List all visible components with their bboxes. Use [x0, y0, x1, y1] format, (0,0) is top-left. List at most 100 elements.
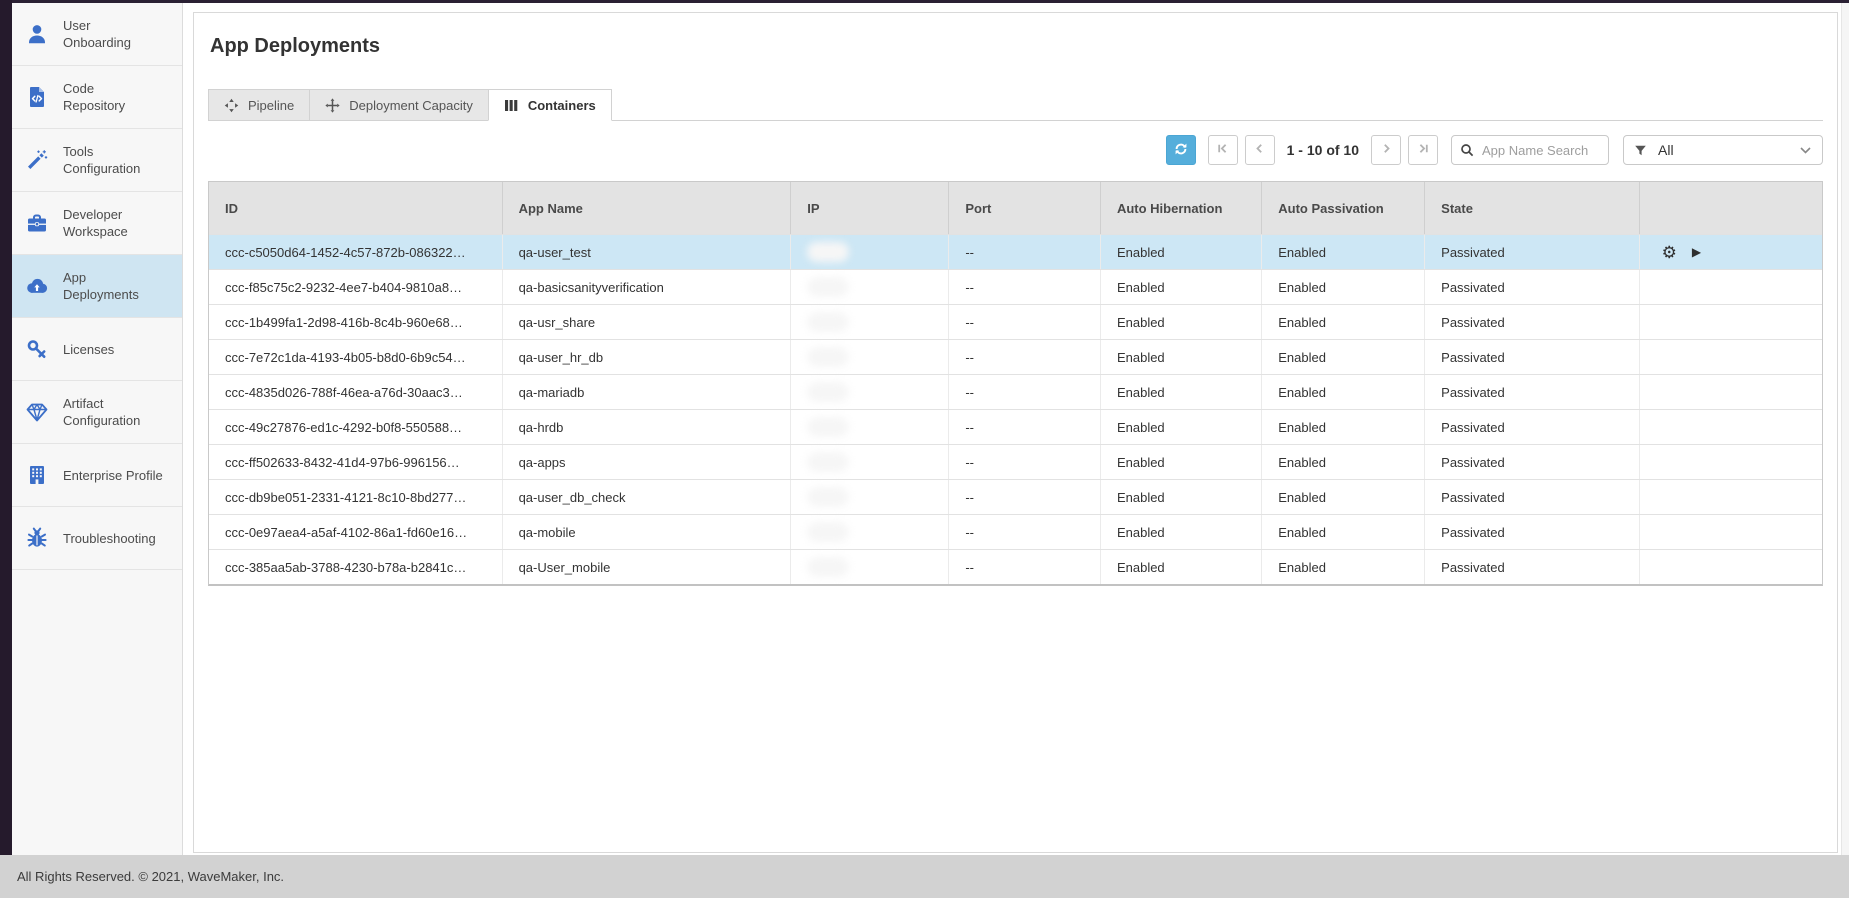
cell-auto-hibernation: Enabled — [1101, 480, 1262, 514]
sidebar-item-troubleshooting[interactable]: Troubleshooting — [12, 507, 182, 570]
containers-icon — [504, 99, 519, 112]
cell-app-name: qa-user_test — [503, 235, 792, 269]
table-toolbar: 1 - 10 of 10 — [208, 135, 1823, 165]
cell-app-name: qa-User_mobile — [503, 550, 792, 584]
cell-app-name: qa-basicsanityverification — [503, 270, 792, 304]
column-header-state: State — [1425, 182, 1640, 234]
cell-id: ccc-ff502633-8432-41d4-97b6-996156… — [209, 445, 503, 479]
cell-id: ccc-f85c75c2-9232-4ee7-b404-9810a8… — [209, 270, 503, 304]
sidebar-item-user-onboarding[interactable]: User Onboarding — [12, 3, 182, 66]
cell-state: Passivated — [1425, 235, 1640, 269]
cell-ip — [791, 550, 949, 584]
cell-actions — [1640, 445, 1822, 479]
cell-id: ccc-c5050d64-1452-4c57-872b-086322… — [209, 235, 503, 269]
ip-redacted-blur — [807, 382, 849, 402]
table-row[interactable]: ccc-0e97aea4-a5af-4102-86a1-fd60e16…qa-m… — [209, 514, 1822, 549]
next-page-button[interactable] — [1371, 135, 1401, 165]
first-page-icon — [1216, 142, 1229, 158]
column-header-app-name: App Name — [503, 182, 792, 234]
sidebar-item-developer-workspace[interactable]: Developer Workspace — [12, 192, 182, 255]
first-page-button[interactable] — [1208, 135, 1238, 165]
table-row[interactable]: ccc-1b499fa1-2d98-416b-8c4b-960e68…qa-us… — [209, 304, 1822, 339]
search-input[interactable] — [1480, 142, 1600, 159]
copyright-text: All Rights Reserved. © 2021, WaveMaker, … — [17, 869, 284, 884]
cell-ip — [791, 410, 949, 444]
table-row[interactable]: ccc-ff502633-8432-41d4-97b6-996156…qa-ap… — [209, 444, 1822, 479]
deployment-capacity-icon — [325, 98, 340, 113]
sidebar-item-code-repository[interactable]: Code Repository — [12, 66, 182, 129]
filter-selected-value: All — [1658, 142, 1674, 158]
cell-port: -- — [949, 550, 1101, 584]
sidebar-item-tools-configuration[interactable]: Tools Configuration — [12, 129, 182, 192]
cell-actions — [1640, 410, 1822, 444]
cell-id: ccc-385aa5ab-3788-4230-b78a-b2841c… — [209, 550, 503, 584]
settings-gear-icon[interactable]: ⚙ — [1662, 244, 1677, 261]
table-row[interactable]: ccc-db9be051-2331-4121-8c10-8bd277…qa-us… — [209, 479, 1822, 514]
last-page-button[interactable] — [1408, 135, 1438, 165]
cell-state: Passivated — [1425, 270, 1640, 304]
cell-state: Passivated — [1425, 515, 1640, 549]
table-row[interactable]: ccc-7e72c1da-4193-4b05-b8d0-6b9c54…qa-us… — [209, 339, 1822, 374]
page-title: App Deployments — [210, 35, 1823, 58]
prev-page-button[interactable] — [1245, 135, 1275, 165]
sidebar-item-enterprise-profile[interactable]: Enterprise Profile — [12, 444, 182, 507]
cell-state: Passivated — [1425, 305, 1640, 339]
tab-deployment-capacity[interactable]: Deployment Capacity — [309, 89, 489, 121]
column-header-auto-passivation: Auto Passivation — [1262, 182, 1425, 234]
table-row[interactable]: ccc-49c27876-ed1c-4292-b0f8-550588…qa-hr… — [209, 409, 1822, 444]
cell-app-name: qa-usr_share — [503, 305, 792, 339]
cell-id: ccc-4835d026-788f-46ea-a76d-30aac3… — [209, 375, 503, 409]
sidebar-item-licenses[interactable]: Licenses — [12, 318, 182, 381]
scrollbar[interactable] — [1841, 3, 1849, 855]
cell-id: ccc-0e97aea4-a5af-4102-86a1-fd60e16… — [209, 515, 503, 549]
cell-state: Passivated — [1425, 480, 1640, 514]
tab-containers[interactable]: Containers — [488, 89, 612, 121]
sidebar-item-artifact-configuration[interactable]: Artifact Configuration — [12, 381, 182, 444]
sidebar-item-label: Tools Configuration — [63, 143, 140, 177]
table-row[interactable]: ccc-c5050d64-1452-4c57-872b-086322…qa-us… — [209, 234, 1822, 269]
cell-ip — [791, 270, 949, 304]
cell-app-name: qa-hrdb — [503, 410, 792, 444]
tab-label: Containers — [528, 98, 596, 113]
search-icon — [1460, 143, 1474, 157]
tab-pipeline[interactable]: Pipeline — [208, 89, 310, 121]
cell-port: -- — [949, 410, 1101, 444]
ip-redacted-blur — [807, 557, 849, 577]
cell-auto-passivation: Enabled — [1262, 270, 1425, 304]
sidebar: User OnboardingCode Repository Tools Conf… — [12, 3, 183, 855]
developer-workspace-icon — [24, 210, 50, 236]
next-page-icon — [1380, 142, 1393, 158]
troubleshooting-icon — [24, 525, 50, 551]
cell-port: -- — [949, 340, 1101, 374]
state-filter-dropdown[interactable]: All — [1623, 135, 1823, 165]
cell-auto-passivation: Enabled — [1262, 375, 1425, 409]
cell-port: -- — [949, 515, 1101, 549]
cell-auto-passivation: Enabled — [1262, 550, 1425, 584]
column-header-actions — [1640, 182, 1822, 234]
cell-auto-hibernation: Enabled — [1101, 410, 1262, 444]
refresh-button[interactable] — [1166, 135, 1196, 165]
run-play-icon[interactable]: ▶ — [1692, 246, 1701, 258]
table-row[interactable]: ccc-f85c75c2-9232-4ee7-b404-9810a8…qa-ba… — [209, 269, 1822, 304]
refresh-icon — [1173, 141, 1189, 160]
last-page-icon — [1417, 142, 1430, 158]
ip-redacted-blur — [807, 487, 849, 507]
app-window: User OnboardingCode Repository Tools Conf… — [0, 0, 1849, 898]
main-area: App Deployments PipelineDeployment Capac… — [184, 3, 1849, 855]
cell-auto-passivation: Enabled — [1262, 515, 1425, 549]
cell-auto-passivation: Enabled — [1262, 445, 1425, 479]
sidebar-item-app-deployments[interactable]: App Deployments — [12, 255, 182, 318]
app-name-search — [1451, 135, 1609, 165]
cell-auto-passivation: Enabled — [1262, 340, 1425, 374]
cell-auto-hibernation: Enabled — [1101, 515, 1262, 549]
prev-page-icon — [1253, 142, 1266, 158]
column-header-ip: IP — [791, 182, 949, 234]
cell-actions — [1640, 305, 1822, 339]
column-header-auto-hibernation: Auto Hibernation — [1101, 182, 1262, 234]
table-row[interactable]: ccc-385aa5ab-3788-4230-b78a-b2841c…qa-Us… — [209, 549, 1822, 584]
cell-auto-passivation: Enabled — [1262, 305, 1425, 339]
ip-redacted-blur — [807, 242, 849, 262]
sidebar-item-label: Licenses — [63, 341, 114, 358]
cell-ip — [791, 305, 949, 339]
table-row[interactable]: ccc-4835d026-788f-46ea-a76d-30aac3…qa-ma… — [209, 374, 1822, 409]
